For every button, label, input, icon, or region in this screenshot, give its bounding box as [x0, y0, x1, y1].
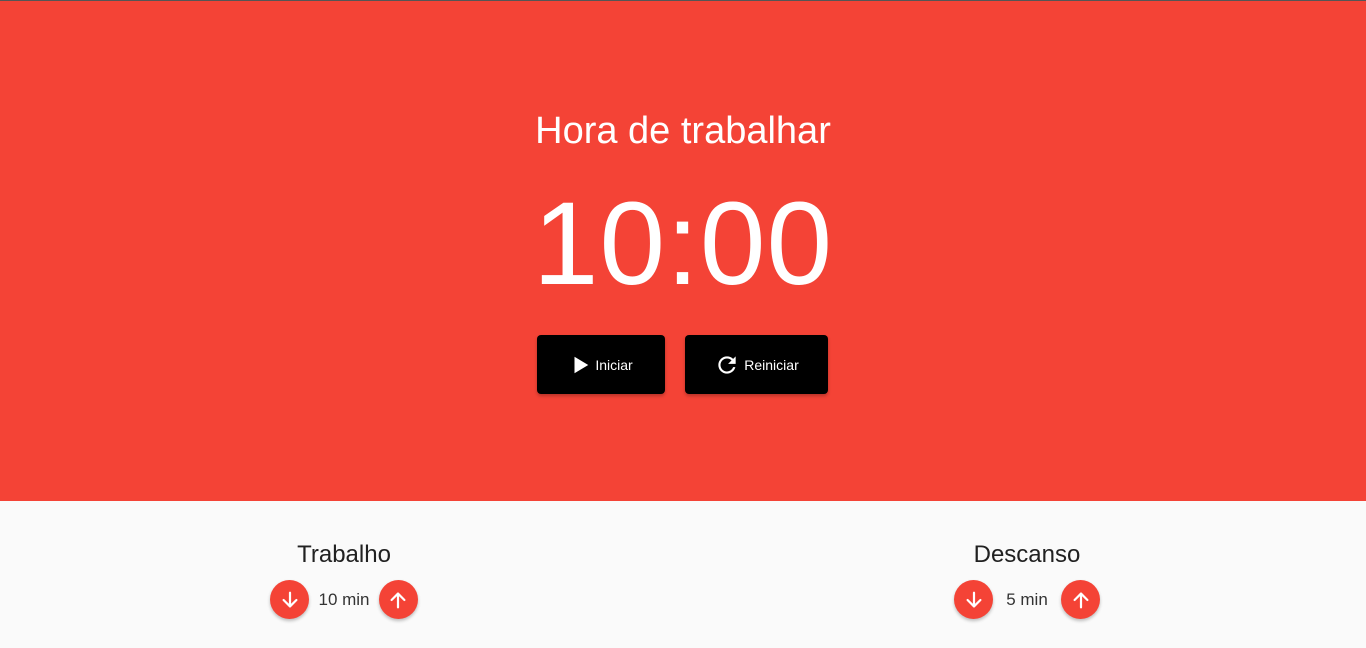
reset-button[interactable]: Reiniciar: [685, 335, 828, 394]
rest-duration-stepper: 5 min: [927, 580, 1127, 619]
start-button-label: Iniciar: [595, 356, 633, 373]
work-setting: Trabalho 10 min: [244, 540, 444, 619]
arrow-down-icon: [282, 591, 298, 608]
work-setting-title: Trabalho: [297, 541, 391, 568]
work-decrease-button[interactable]: [270, 580, 310, 619]
play-icon: [569, 354, 591, 376]
rest-increase-button[interactable]: [1061, 580, 1100, 619]
work-increase-button[interactable]: [378, 580, 418, 619]
timer-panel: Hora de trabalhar 10:00 Iniciar Reinicia…: [0, 1, 1366, 501]
arrow-down-icon: [965, 591, 982, 608]
rest-setting-title: Descanso: [973, 541, 1081, 568]
work-duration-value: 10 min: [318, 589, 370, 609]
page-title: Hora de trabalhar: [535, 110, 831, 152]
rest-setting: Descanso 5 min: [927, 540, 1127, 619]
work-duration-stepper: 10 min: [244, 580, 444, 619]
reset-button-label: Reiniciar: [744, 356, 799, 373]
timer-display: 10:00: [532, 178, 834, 310]
start-button[interactable]: Iniciar: [537, 335, 665, 394]
rest-duration-value: 5 min: [1006, 589, 1048, 609]
arrow-up-icon: [390, 591, 406, 608]
refresh-icon: [714, 352, 740, 378]
rest-decrease-button[interactable]: [954, 580, 993, 619]
arrow-up-icon: [1072, 591, 1089, 608]
